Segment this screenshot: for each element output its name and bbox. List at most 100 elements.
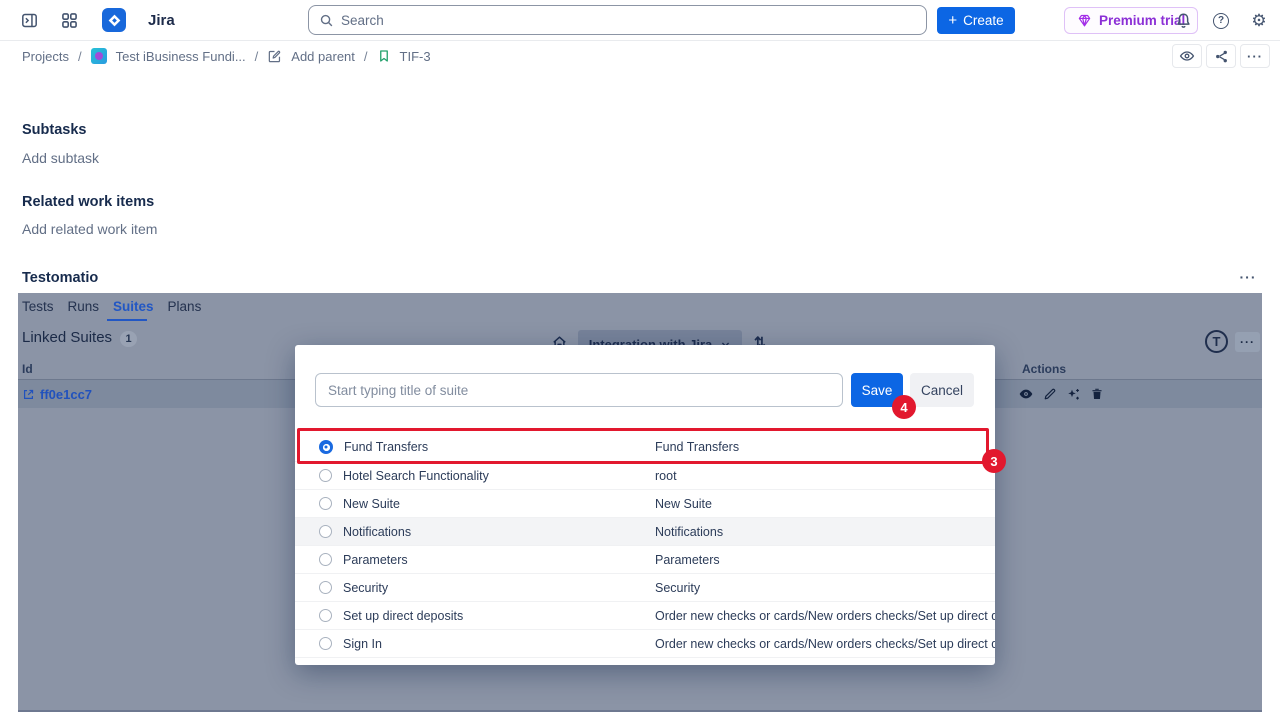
radio-icon[interactable] <box>319 553 332 566</box>
app-grid-icon <box>61 12 78 29</box>
testomatio-tabs: Tests Runs Suites Plans <box>22 299 201 314</box>
suite-option-path: New Suite <box>655 497 712 511</box>
column-header-id[interactable]: Id <box>22 362 33 376</box>
tab-suites[interactable]: Suites <box>113 299 154 314</box>
suite-option-security[interactable]: Security Security <box>295 573 995 601</box>
suite-option-path: Security <box>655 581 700 595</box>
notifications-button[interactable] <box>1170 8 1196 34</box>
suite-option-new-suite[interactable]: New Suite New Suite <box>295 489 995 517</box>
row-actions <box>1018 386 1104 402</box>
suite-option-path: Notifications <box>655 525 723 539</box>
panel-more-button[interactable]: ··· <box>1235 332 1260 352</box>
suite-option-parameters[interactable]: Parameters Parameters <box>295 545 995 573</box>
suite-option-hotel-search[interactable]: Hotel Search Functionality root <box>295 461 995 489</box>
add-related-item-link[interactable]: Add related work item <box>22 221 157 237</box>
ellipsis-icon: ··· <box>1247 49 1263 64</box>
suite-option-direct-deposits[interactable]: Set up direct deposits Order new checks … <box>295 601 995 629</box>
panel-toggle-icon <box>21 12 38 29</box>
sidebar-toggle-button[interactable] <box>16 7 42 33</box>
project-avatar-icon <box>91 48 107 64</box>
radio-icon[interactable] <box>319 581 332 594</box>
suite-option-label: Notifications <box>343 525 411 539</box>
testomatio-more-button[interactable]: ··· <box>1234 266 1262 288</box>
gem-icon <box>1077 13 1092 28</box>
top-navigation-bar: Jira Search + Create Premium trial <box>0 0 1280 41</box>
breadcrumb-separator: / <box>255 49 259 64</box>
global-search-input[interactable]: Search <box>308 5 927 35</box>
suite-option-path: root <box>655 469 677 483</box>
view-icon[interactable] <box>1018 386 1034 402</box>
suite-option-path: Parameters <box>655 553 720 567</box>
eye-icon <box>1179 48 1195 64</box>
gear-icon: ⚙ <box>1251 12 1266 29</box>
external-link-icon <box>22 388 35 401</box>
jira-logo-icon[interactable] <box>102 8 126 32</box>
suite-option-label: Parameters <box>343 553 408 567</box>
watch-button[interactable] <box>1172 44 1202 68</box>
share-button[interactable] <box>1206 44 1236 68</box>
search-placeholder: Search <box>341 13 384 28</box>
bell-icon <box>1175 12 1192 29</box>
jira-issue-page: Jira Search + Create Premium trial <box>0 0 1280 720</box>
tab-plans[interactable]: Plans <box>168 299 202 314</box>
testomatio-logo-icon: T <box>1205 330 1228 353</box>
radio-selected-icon[interactable] <box>319 440 333 454</box>
help-icon: ? <box>1213 13 1229 29</box>
app-switcher-button[interactable] <box>56 7 82 33</box>
testomatio-heading: Testomatio <box>22 270 98 286</box>
suite-option-sign-in[interactable]: Sign In Order new checks or cards/New or… <box>295 629 995 657</box>
breadcrumb-row: Projects / Test iBusiness Fundi... / Add… <box>0 41 1280 71</box>
breadcrumb-add-parent[interactable]: Add parent <box>291 49 355 64</box>
suite-title-input[interactable] <box>315 373 843 407</box>
suite-id-link[interactable]: ff0e1cc7 <box>22 387 92 402</box>
breadcrumb-issue-key[interactable]: TIF-3 <box>400 49 431 64</box>
suite-option-path: Order new checks or cards/New orders che… <box>655 637 995 651</box>
search-icon <box>319 13 334 28</box>
create-button-label: Create <box>963 13 1004 28</box>
more-actions-button[interactable]: ··· <box>1240 44 1270 68</box>
delete-icon[interactable] <box>1090 387 1104 401</box>
radio-icon[interactable] <box>319 637 332 650</box>
help-button[interactable]: ? <box>1208 8 1234 34</box>
column-header-actions: Actions <box>1022 362 1066 376</box>
suite-option-notifications[interactable]: Notifications Notifications <box>295 517 995 545</box>
ai-sparkle-icon[interactable] <box>1066 387 1081 402</box>
suite-option-path: Order new checks or cards/New orders che… <box>655 609 995 623</box>
link-suite-modal: Save Cancel Fund Transfers Fund Transfer… <box>295 345 995 665</box>
suite-option-label: Fund Transfers <box>344 440 428 454</box>
radio-icon[interactable] <box>319 497 332 510</box>
suite-option-clipped[interactable] <box>295 657 995 665</box>
breadcrumb: Projects / Test iBusiness Fundi... / Add… <box>0 48 431 64</box>
settings-button[interactable]: ⚙ <box>1246 8 1272 34</box>
breadcrumb-project[interactable]: Test iBusiness Fundi... <box>116 49 246 64</box>
linked-suites-header: Linked Suites1 <box>22 329 137 347</box>
suite-option-label: Sign In <box>343 637 382 651</box>
breadcrumb-separator: / <box>364 49 368 64</box>
annotation-step-3: 3 <box>982 449 1006 473</box>
subtasks-heading: Subtasks <box>22 122 86 138</box>
suite-id-text: ff0e1cc7 <box>40 387 92 402</box>
suite-option-label: Set up direct deposits <box>343 609 463 623</box>
radio-icon[interactable] <box>319 609 332 622</box>
related-items-heading: Related work items <box>22 194 154 210</box>
breadcrumb-separator: / <box>78 49 82 64</box>
subtask-bookmark-icon <box>377 49 391 63</box>
suite-option-fund-transfers[interactable]: Fund Transfers Fund Transfers <box>295 433 995 461</box>
edit-icon <box>267 49 282 64</box>
radio-icon[interactable] <box>319 469 332 482</box>
create-button[interactable]: + Create <box>937 7 1015 34</box>
share-icon <box>1214 49 1229 64</box>
linked-suites-title: Linked Suites <box>22 329 112 346</box>
suite-options-list: Fund Transfers Fund Transfers Hotel Sear… <box>295 433 995 665</box>
radio-icon[interactable] <box>319 525 332 538</box>
breadcrumb-projects[interactable]: Projects <box>22 49 69 64</box>
edit-icon[interactable] <box>1043 387 1057 401</box>
suite-option-label: Hotel Search Functionality <box>343 469 489 483</box>
add-subtask-link[interactable]: Add subtask <box>22 150 99 166</box>
tab-runs[interactable]: Runs <box>68 299 100 314</box>
plus-icon: + <box>948 12 957 29</box>
suite-option-path: Fund Transfers <box>655 440 739 454</box>
annotation-step-4: 4 <box>892 395 916 419</box>
tab-tests[interactable]: Tests <box>22 299 54 314</box>
cancel-button[interactable]: Cancel <box>910 373 974 407</box>
